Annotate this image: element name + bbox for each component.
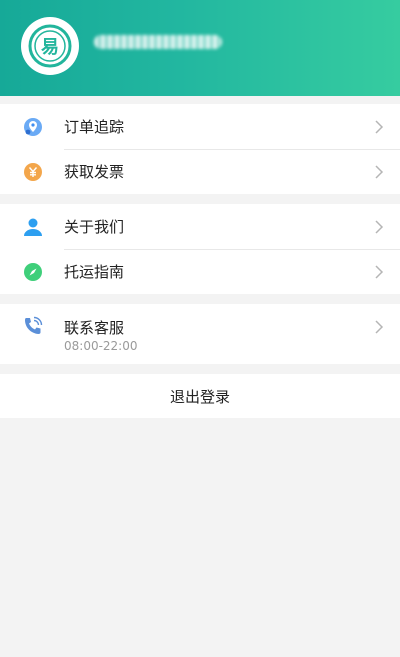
chevron-right-icon bbox=[375, 264, 384, 279]
menu-item-label: 关于我们 bbox=[64, 218, 125, 236]
menu-item-label: 订单追踪 bbox=[64, 118, 125, 136]
logout-button[interactable]: 退出登录 bbox=[0, 374, 400, 418]
menu-group-info: 关于我们 托运指南 bbox=[0, 204, 400, 294]
yi-logo-icon: 易 bbox=[28, 24, 72, 68]
chevron-right-icon bbox=[375, 164, 384, 179]
avatar[interactable]: 易 bbox=[21, 17, 79, 75]
menu-group-orders: 订单追踪 获取发票 bbox=[0, 104, 400, 194]
profile-header: 易 bbox=[0, 0, 400, 96]
menu-item-label: 获取发票 bbox=[64, 163, 125, 181]
username bbox=[94, 35, 222, 49]
svg-text:易: 易 bbox=[41, 37, 59, 58]
chevron-right-icon bbox=[375, 320, 384, 334]
menu-item-order-tracking[interactable]: 订单追踪 bbox=[0, 104, 400, 149]
menu-group-support: 联系客服 08:00-22:00 bbox=[0, 304, 400, 364]
phone-call-icon bbox=[22, 315, 44, 337]
logout-label: 退出登录 bbox=[169, 387, 230, 406]
menu-item-label: 托运指南 bbox=[64, 263, 125, 281]
location-pin-icon bbox=[22, 116, 44, 138]
chevron-right-icon bbox=[375, 119, 384, 134]
compass-icon bbox=[22, 261, 44, 283]
service-hours: 08:00-22:00 bbox=[64, 339, 138, 353]
menu-item-get-invoice[interactable]: 获取发票 bbox=[0, 149, 400, 194]
menu-item-about-us[interactable]: 关于我们 bbox=[0, 204, 400, 249]
yuan-coin-icon bbox=[22, 161, 44, 183]
chevron-right-icon bbox=[375, 219, 384, 234]
user-icon bbox=[22, 216, 44, 238]
menu-item-shipping-guide[interactable]: 托运指南 bbox=[0, 249, 400, 294]
menu-item-label: 联系客服 bbox=[64, 319, 125, 337]
menu-item-customer-service[interactable]: 联系客服 08:00-22:00 bbox=[0, 304, 400, 364]
